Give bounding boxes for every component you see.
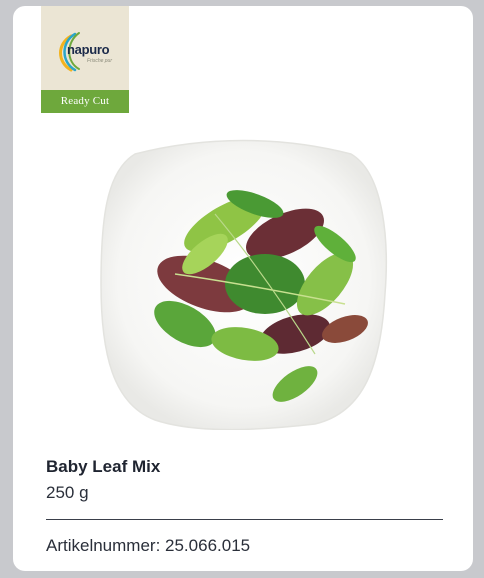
- product-card[interactable]: napuro Frische pur Ready Cut Baby Leaf M…: [13, 6, 473, 571]
- brand-tagline: Frische pur: [87, 58, 113, 64]
- divider: [46, 519, 443, 520]
- product-weight: 250 g: [46, 483, 89, 502]
- article-number: Artikelnummer: 25.066.015: [46, 536, 251, 555]
- brand-tag: napuro Frische pur Ready Cut: [41, 6, 129, 113]
- salad-bowl-image: [100, 139, 387, 430]
- brand-wordmark: napuro: [67, 42, 110, 57]
- ribbon-label: Ready Cut: [60, 95, 110, 107]
- ready-cut-ribbon: Ready Cut: [41, 90, 129, 113]
- product-name: Baby Leaf Mix: [46, 457, 161, 476]
